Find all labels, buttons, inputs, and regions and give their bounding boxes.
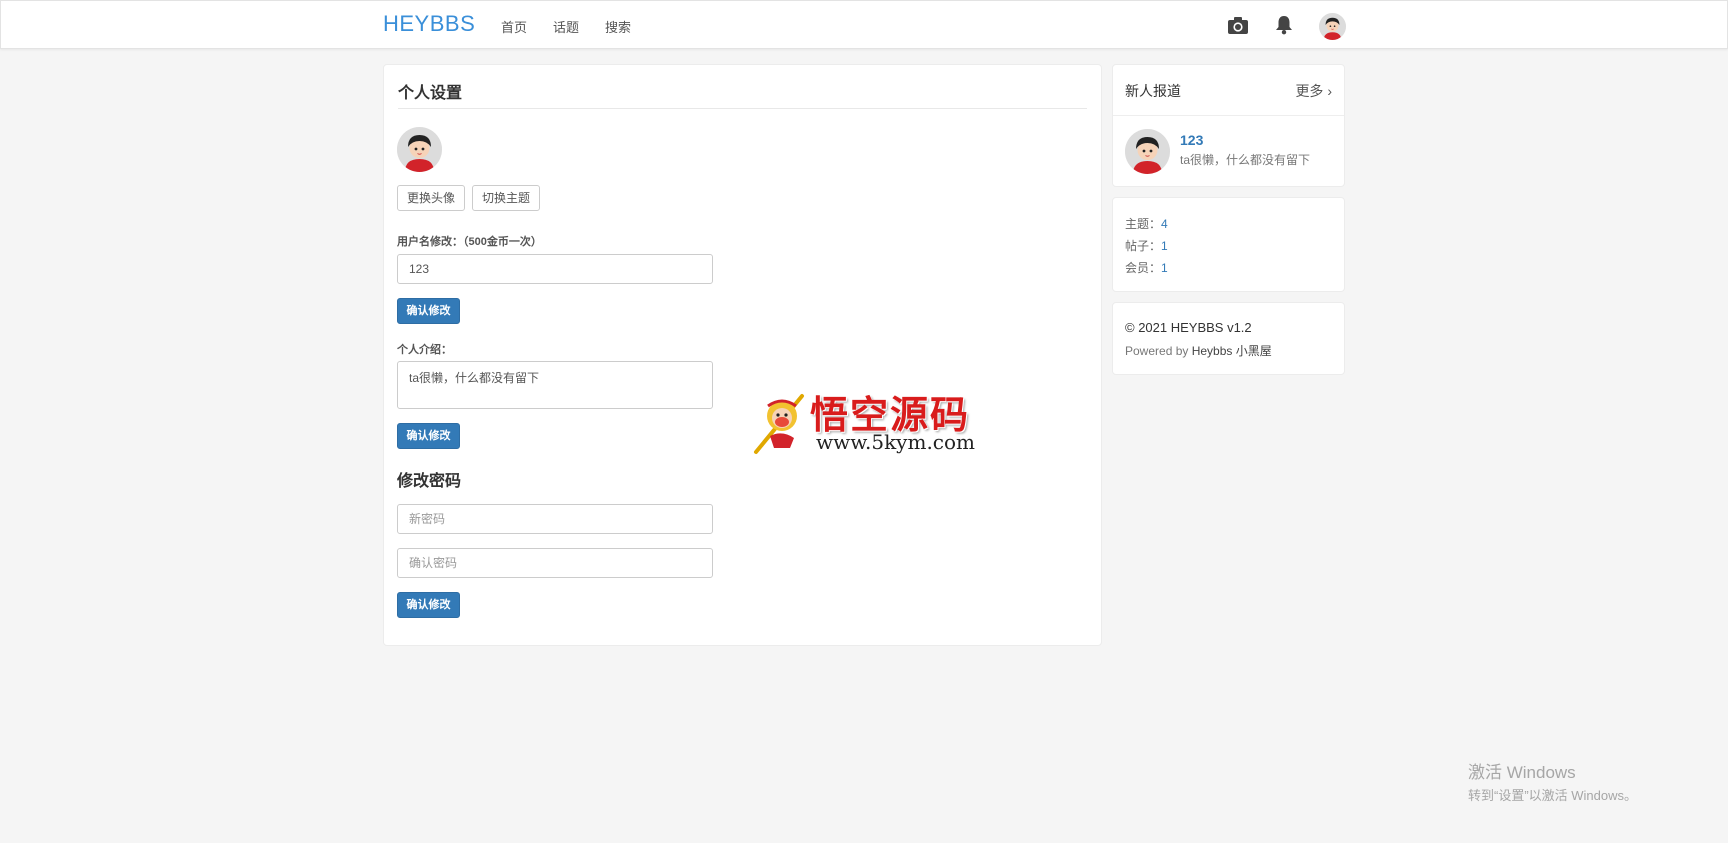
bell-icon[interactable] [1275,15,1293,38]
more-link[interactable]: 更多 › [1295,81,1332,101]
new-users-title: 新人报道 [1125,83,1181,99]
username-input[interactable] [397,254,713,284]
stats-panel: 主题：4 帖子：1 会员：1 [1112,197,1345,292]
confirm-intro-button[interactable]: 确认修改 [397,423,460,449]
title-divider [398,108,1087,109]
stat-posts-value: 1 [1161,239,1168,253]
intro-label: 个人介绍： [397,344,452,356]
nav-link-topics[interactable]: 话题 [553,17,579,36]
side-divider [1113,115,1344,116]
page-title: 个人设置 [398,85,463,102]
stat-posts: 帖子：1 [1125,237,1168,254]
activation-title: 激活 Windows [1468,763,1576,782]
activation-subtitle: 转到“设置”以激活 Windows。 [1468,788,1638,803]
switch-theme-button[interactable]: 切换主题 [472,185,541,211]
new-users-panel: 新人报道 更多 › 123 ta很懒，什么都没有留下 [1112,64,1345,187]
brand-logo[interactable]: HEYBBS [383,11,475,37]
watermark: 悟空源码 www.5kym.com [750,384,980,459]
confirm-password-button[interactable]: 确认修改 [397,592,460,618]
nav-link-search[interactable]: 搜索 [605,17,631,36]
new-user-name[interactable]: 123 [1180,132,1203,148]
top-navbar: HEYBBS 首页 话题 搜索 [0,0,1728,49]
stat-posts-label: 帖子： [1125,239,1162,253]
powered-by-link[interactable]: Heybbs 小黑屋 [1192,344,1272,358]
new-user-avatar[interactable] [1125,129,1170,174]
camera-icon[interactable] [1227,16,1249,38]
intro-textarea[interactable]: ta很懒，什么都没有留下 [397,361,713,409]
footer-panel: © 2021 HEYBBS v1.2 Powered by Heybbs 小黑屋 [1112,302,1345,375]
settings-panel: 个人设置 更换头像 切换主题 用户名修改：（500金币一次） 确认修改 个人介绍… [383,64,1102,646]
powered-by: Powered by Heybbs 小黑屋 [1125,342,1272,359]
confirm-password-input[interactable] [397,548,713,578]
new-password-input[interactable] [397,504,713,534]
powered-by-prefix: Powered by [1125,344,1189,358]
nav-link-home[interactable]: 首页 [501,17,527,36]
monkey-logo-icon [754,394,804,454]
profile-avatar [397,127,442,172]
password-section-title: 修改密码 [397,473,462,490]
username-label: 用户名修改：（500金币一次） [397,236,542,248]
copyright-text: © 2021 HEYBBS v1.2 [1125,320,1252,335]
windows-activation-notice: 激活 Windows 转到“设置”以激活 Windows。 [1468,758,1637,804]
new-user-bio: ta很懒，什么都没有留下 [1180,153,1311,167]
stat-members-value: 1 [1161,261,1168,275]
user-avatar[interactable] [1319,13,1346,40]
stat-topics-value: 4 [1161,217,1168,231]
stat-topics: 主题：4 [1125,215,1168,232]
stat-topics-label: 主题： [1125,217,1162,231]
watermark-url: www.5kym.com [816,430,976,454]
change-avatar-button[interactable]: 更换头像 [397,185,466,211]
stat-members: 会员：1 [1125,259,1168,276]
stat-members-label: 会员： [1125,261,1162,275]
confirm-username-button[interactable]: 确认修改 [397,298,460,324]
